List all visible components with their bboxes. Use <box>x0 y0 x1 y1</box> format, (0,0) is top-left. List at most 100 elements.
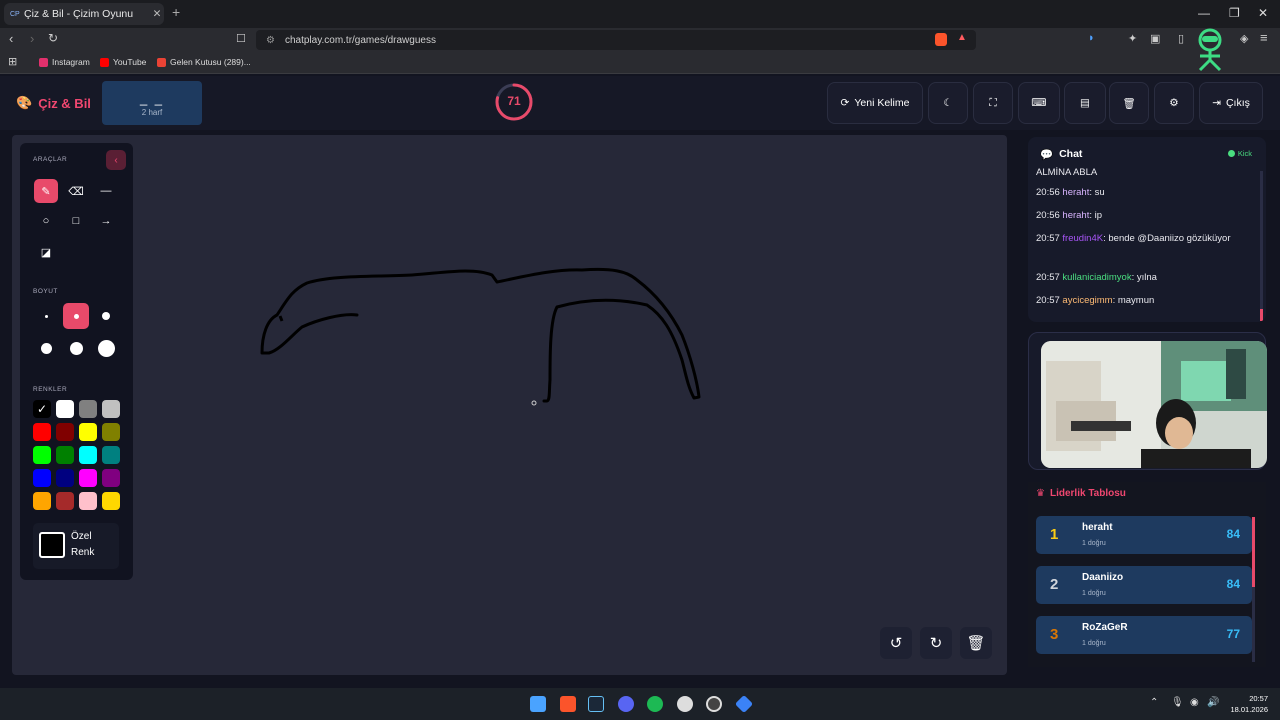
color-swatch[interactable] <box>79 469 97 487</box>
menu-icon[interactable]: ≡ <box>1260 30 1268 45</box>
steam-icon[interactable] <box>588 696 604 712</box>
color-swatch[interactable] <box>33 423 51 441</box>
size-option[interactable] <box>93 303 119 329</box>
size-option[interactable] <box>33 303 59 329</box>
keyboard-button[interactable]: ⌨ <box>1018 82 1060 124</box>
settings-button[interactable]: ⚙ <box>1154 82 1194 124</box>
forward-icon[interactable]: › <box>30 31 34 46</box>
browser-tab[interactable]: CP Çiz & Bil - Çizim Oyunu ✕ <box>4 3 164 25</box>
color-swatch[interactable] <box>33 492 51 510</box>
windows-start-icon[interactable] <box>530 696 546 712</box>
tray-chevron-icon[interactable]: ⌃ <box>1150 697 1158 708</box>
sidebar-icon[interactable]: ▯ <box>1178 32 1184 45</box>
exit-button[interactable]: ⇥ Çıkış <box>1199 82 1263 124</box>
player-correct-count: 1 doğru <box>1082 590 1106 597</box>
trash-button[interactable]: 🗑 <box>1109 82 1149 124</box>
message-user[interactable]: aycicegimm <box>1062 295 1112 306</box>
color-swatch[interactable]: ✓ <box>33 400 51 418</box>
leaderboard-row: 1 heraht 1 doğru 84 <box>1036 516 1252 554</box>
color-swatch[interactable] <box>56 423 74 441</box>
line-tool[interactable]: — <box>94 179 118 203</box>
redo-button[interactable]: ↻ <box>920 627 952 659</box>
url-text: chatplay.com.tr/games/drawguess <box>284 34 436 46</box>
eraser-tool[interactable]: ⌫ <box>64 179 88 203</box>
collapse-panel-button[interactable]: ‹ <box>106 150 126 170</box>
message-user[interactable]: heraht <box>1062 187 1089 198</box>
app-logo[interactable]: 🎨 Çiz & Bil <box>16 95 91 111</box>
color-swatch[interactable] <box>79 400 97 418</box>
color-swatch[interactable] <box>33 469 51 487</box>
archive-button[interactable]: ▤ <box>1064 82 1106 124</box>
brave-shields-icon[interactable] <box>935 33 947 46</box>
chat-message: ALMİNA ABLA <box>1036 165 1258 181</box>
chat-scrollbar[interactable] <box>1260 171 1263 321</box>
circle-tool[interactable]: ○ <box>34 209 58 233</box>
steelseries-icon[interactable] <box>677 696 693 712</box>
vpn-icon[interactable]: ◈ <box>1240 32 1248 45</box>
obs-icon[interactable] <box>706 696 722 712</box>
color-swatch[interactable] <box>56 492 74 510</box>
back-icon[interactable]: ‹ <box>9 31 13 46</box>
minimize-icon[interactable]: — <box>1198 6 1210 20</box>
reload-icon[interactable]: ↻ <box>48 31 58 45</box>
undo-button[interactable]: ↺ <box>880 627 912 659</box>
microphone-icon[interactable]: 🎙 <box>1171 697 1184 708</box>
color-swatch[interactable] <box>56 400 74 418</box>
site-info-icon[interactable]: ⚙ <box>266 35 275 46</box>
custom-color-button[interactable]: Özel Renk <box>33 523 119 569</box>
size-option[interactable] <box>93 335 119 361</box>
size-option[interactable] <box>63 335 89 361</box>
message-user[interactable]: kullaniciadimyok <box>1062 272 1131 283</box>
color-swatch[interactable] <box>102 492 120 510</box>
extensions-icon[interactable]: ✦ <box>1128 32 1137 45</box>
color-swatch[interactable] <box>56 446 74 464</box>
fullscreen-button[interactable]: ⛶ <box>973 82 1013 124</box>
color-swatch[interactable] <box>56 469 74 487</box>
message-user[interactable]: heraht <box>1062 210 1089 221</box>
color-swatch[interactable] <box>33 446 51 464</box>
leaderboard-scrollbar[interactable] <box>1252 517 1255 662</box>
color-swatch[interactable] <box>79 492 97 510</box>
clear-canvas-button[interactable]: 🗑 <box>960 627 992 659</box>
color-swatch[interactable] <box>102 423 120 441</box>
discord-icon[interactable] <box>618 696 634 712</box>
volume-icon[interactable]: 🔊 <box>1207 697 1219 708</box>
audio-icon[interactable]: ◗ <box>1088 32 1095 44</box>
brush-tool[interactable]: ✎ <box>34 179 58 203</box>
wallet-icon[interactable]: ▣ <box>1150 32 1160 45</box>
url-field[interactable]: ⚙ chatplay.com.tr/games/drawguess <box>256 30 976 50</box>
message-user[interactable]: freudin4K <box>1062 233 1103 244</box>
close-window-icon[interactable]: ✕ <box>1258 6 1268 20</box>
bookmark-gmail[interactable]: Gelen Kutusu (289)... <box>157 57 251 67</box>
square-tool[interactable]: □ <box>64 209 88 233</box>
bookmark-youtube[interactable]: YouTube <box>100 57 146 67</box>
color-swatch[interactable] <box>79 423 97 441</box>
color-swatch[interactable] <box>102 446 120 464</box>
close-tab-icon[interactable]: ✕ <box>150 8 164 20</box>
network-icon[interactable]: ◉ <box>1190 697 1199 708</box>
chat-message: 20:56 heraht: ip <box>1036 208 1258 224</box>
size-option[interactable] <box>63 303 89 329</box>
color-swatch[interactable] <box>102 469 120 487</box>
new-word-button[interactable]: ⟳ Yeni Kelime <box>827 82 923 124</box>
new-tab-icon[interactable]: + <box>172 4 180 20</box>
player-name: heraht <box>1082 522 1113 533</box>
brave-icon[interactable] <box>560 696 576 712</box>
fill-tool[interactable]: ◪ <box>34 240 58 264</box>
drawing-canvas[interactable] <box>12 135 1007 675</box>
spotify-icon[interactable] <box>647 696 663 712</box>
bookmark-instagram[interactable]: Instagram <box>39 57 90 67</box>
brave-rewards-icon[interactable]: ▲ <box>957 32 967 43</box>
color-swatch[interactable] <box>102 400 120 418</box>
player-score: 84 <box>1226 577 1240 591</box>
theme-toggle-button[interactable]: ☾ <box>928 82 968 124</box>
arrow-tool[interactable]: → <box>94 209 118 233</box>
system-clock[interactable]: 20:57 18.01.2026 <box>1230 693 1268 715</box>
color-swatch[interactable] <box>79 446 97 464</box>
bookmark-icon[interactable]: ☐ <box>236 32 246 45</box>
app-icon[interactable] <box>734 694 754 714</box>
size-option[interactable] <box>33 335 59 361</box>
brush-icon: ✎ <box>41 185 51 198</box>
apps-grid-icon[interactable]: ⊞ <box>8 55 17 68</box>
maximize-icon[interactable]: ❐ <box>1229 6 1240 20</box>
